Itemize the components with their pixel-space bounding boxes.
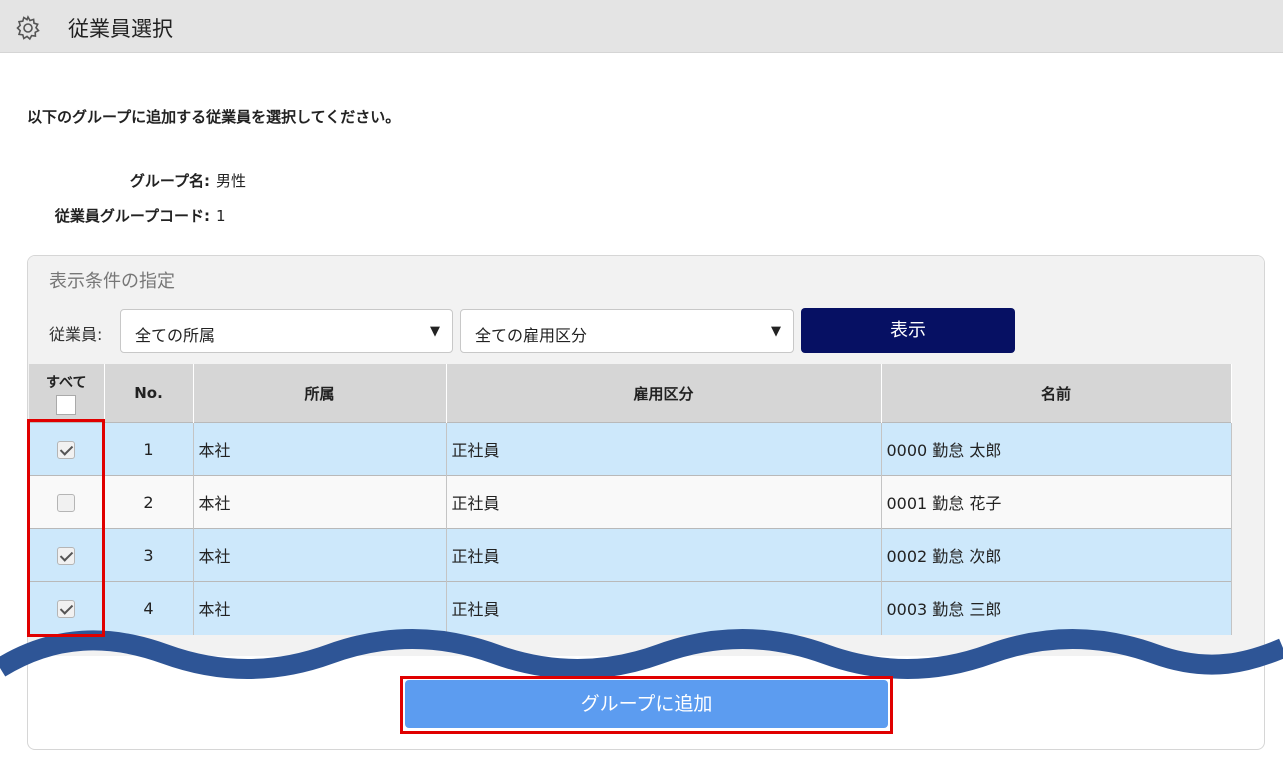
instruction-text: 以下のグループに追加する従業員を選択してください。 <box>27 108 401 126</box>
row-checkbox[interactable] <box>57 440 76 459</box>
table-row[interactable]: 2 本社 正社員 0001 勤怠 花子 <box>29 475 1232 529</box>
employee-filter-label: 従業員: <box>49 325 103 344</box>
group-code-label: 従業員グループコード: <box>54 207 210 225</box>
row-affiliation: 本社 <box>193 475 447 529</box>
gear-icon[interactable] <box>15 15 41 41</box>
row-name: 0001 勤怠 花子 <box>881 475 1232 529</box>
wave-divider <box>0 629 1283 679</box>
row-checkbox-cell <box>29 528 105 582</box>
header-affiliation[interactable]: 所属 <box>193 364 447 423</box>
employment-type-select[interactable]: 全ての雇用区分 ▼ <box>460 309 794 353</box>
header-no[interactable]: No. <box>104 364 194 423</box>
row-employment-type: 正社員 <box>446 528 882 582</box>
group-name-row: グループ名: 男性 <box>50 170 246 191</box>
select-all-label: すべて <box>46 374 87 391</box>
group-name-value: 男性 <box>216 172 247 190</box>
row-no: 2 <box>104 475 194 529</box>
row-employment-type: 正社員 <box>446 475 882 529</box>
row-checkbox-cell <box>29 475 105 529</box>
row-name: 0002 勤怠 次郎 <box>881 528 1232 582</box>
select-all-checkbox[interactable] <box>56 394 77 415</box>
row-affiliation: 本社 <box>193 528 447 582</box>
caret-down-icon: ▼ <box>771 324 781 339</box>
group-code-value: 1 <box>216 207 226 225</box>
title-bar: 従業員選択 <box>0 0 1283 53</box>
show-button[interactable]: 表示 <box>801 308 1015 353</box>
affiliation-select-value: 全ての所属 <box>135 326 216 345</box>
header-name[interactable]: 名前 <box>881 364 1232 423</box>
table-row[interactable]: 3 本社 正社員 0002 勤怠 次郎 <box>29 528 1232 582</box>
filter-panel-title: 表示条件の指定 <box>49 271 175 292</box>
header-employment-type[interactable]: 雇用区分 <box>446 364 882 423</box>
row-checkbox-cell <box>29 422 105 476</box>
table-row[interactable]: 1 本社 正社員 0000 勤怠 太郎 <box>29 422 1232 476</box>
employee-table: すべて No. 所属 雇用区分 名前 1 本社 正社員 0000 勤怠 太郎 2… <box>29 364 1232 635</box>
row-employment-type: 正社員 <box>446 422 882 476</box>
caret-down-icon: ▼ <box>430 324 440 339</box>
group-code-row: 従業員グループコード: 1 <box>50 205 226 226</box>
row-checkbox[interactable] <box>57 493 76 512</box>
add-to-group-button[interactable]: グループに追加 <box>405 680 888 728</box>
row-no: 3 <box>104 528 194 582</box>
group-name-label: グループ名: <box>129 172 210 190</box>
employment-select-value: 全ての雇用区分 <box>475 326 588 345</box>
row-affiliation: 本社 <box>193 422 447 476</box>
select-all-header: すべて <box>29 364 105 423</box>
row-checkbox[interactable] <box>57 546 76 565</box>
affiliation-select[interactable]: 全ての所属 ▼ <box>120 309 453 353</box>
table-header-row: すべて No. 所属 雇用区分 名前 <box>29 364 1232 423</box>
row-no: 1 <box>104 422 194 476</box>
page-title: 従業員選択 <box>68 17 173 41</box>
row-name: 0000 勤怠 太郎 <box>881 422 1232 476</box>
